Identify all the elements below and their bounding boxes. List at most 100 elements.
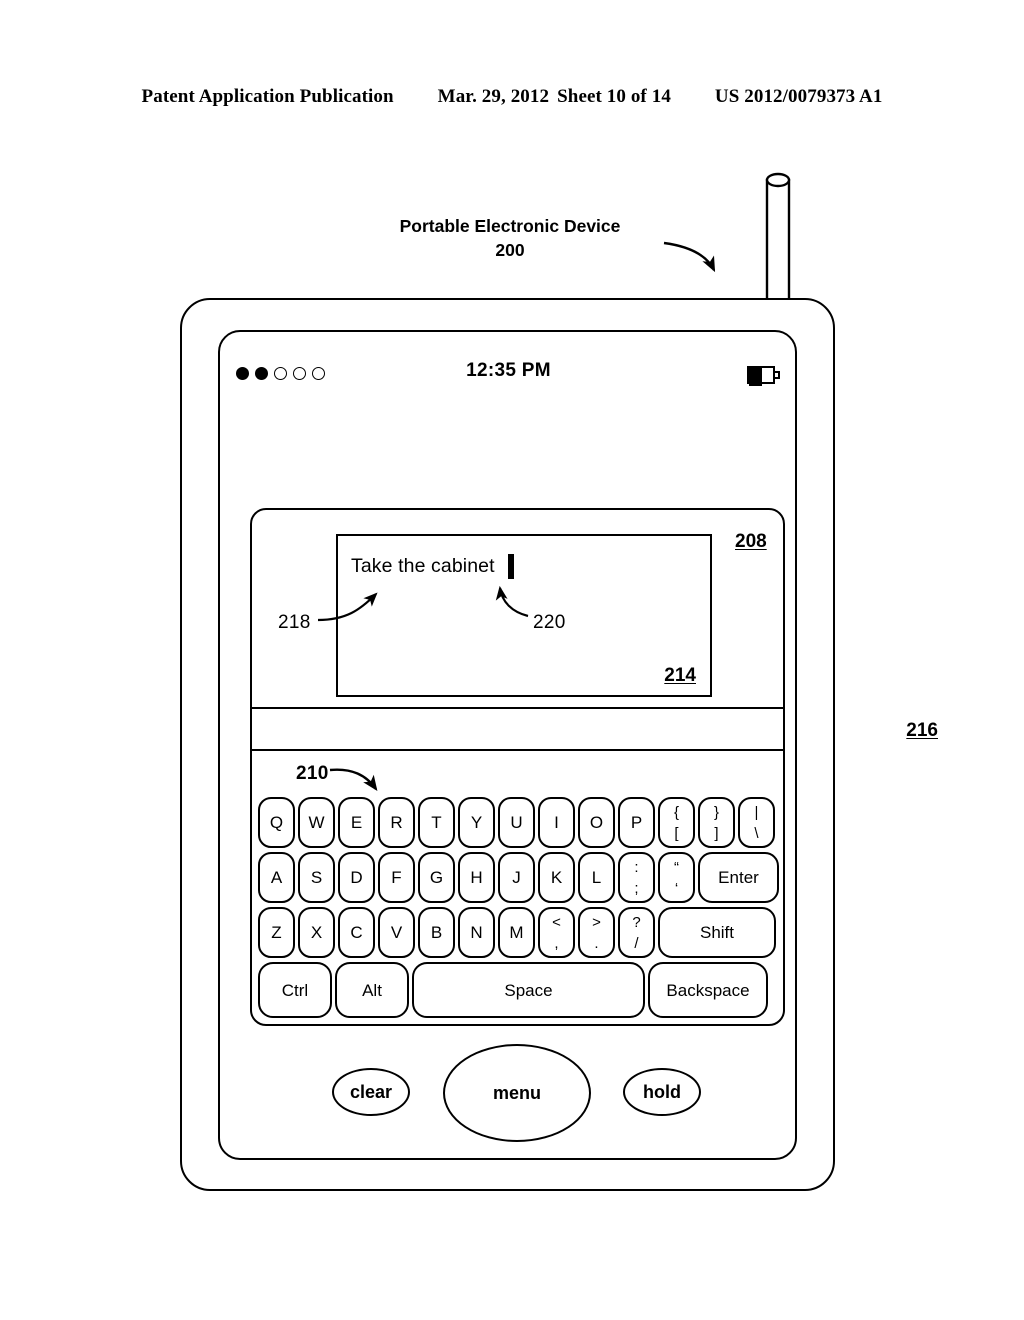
key-?/[interactable]: ? / <box>618 907 655 958</box>
key-lower-glyph: / <box>634 934 639 952</box>
battery-terminal <box>775 371 780 379</box>
text-line: Take the cabinet <box>351 554 514 579</box>
device-callout-numeral: 200 <box>495 240 525 261</box>
text-display-area[interactable]: Take the cabinet 214 <box>336 534 712 697</box>
reference-numeral-220: 220 <box>533 612 566 633</box>
key-label: J <box>512 868 521 887</box>
key-label: K <box>550 868 563 887</box>
key-l[interactable]: L <box>578 852 615 903</box>
key-t[interactable]: T <box>418 797 455 848</box>
reference-numeral-216: 216 <box>906 720 938 741</box>
key-d[interactable]: D <box>338 852 375 903</box>
key-label: Ctrl <box>281 980 309 1000</box>
key-b[interactable]: B <box>418 907 455 958</box>
key-y[interactable]: Y <box>458 797 495 848</box>
key-upper-glyph: } <box>713 803 719 821</box>
key-e[interactable]: E <box>338 797 375 848</box>
reference-numeral-210: 210 <box>296 763 329 784</box>
key-z[interactable]: Z <box>258 907 295 958</box>
entered-text: Take the cabinet <box>351 555 495 577</box>
key-q[interactable]: Q <box>258 797 295 848</box>
key-space[interactable]: Space <box>412 962 645 1018</box>
key-alt[interactable]: Alt <box>335 962 409 1018</box>
key-label: H <box>470 868 483 887</box>
hold-button[interactable]: hold <box>623 1068 701 1116</box>
key-c[interactable]: C <box>338 907 375 958</box>
key-lower-glyph: \ <box>754 824 759 842</box>
key-j[interactable]: J <box>498 852 535 903</box>
key-w[interactable]: W <box>298 797 335 848</box>
key-label: Q <box>269 813 284 832</box>
key-lower-glyph: , <box>554 934 559 952</box>
device-callout-label: Portable Electronic Device 200 <box>330 214 690 262</box>
menu-button[interactable]: menu <box>443 1044 591 1142</box>
on-screen-keyboard[interactable]: Q W E R T Y U I O P{[}] | \ A S D F G H J K L:; “‘Enter Z X C V B N… <box>258 797 779 1019</box>
key-label: O <box>589 813 604 832</box>
key-upper-glyph: > <box>592 913 601 931</box>
key-h[interactable]: H <box>458 852 495 903</box>
key-label: G <box>429 868 444 887</box>
key-{[[interactable]: {[ <box>658 797 695 848</box>
key-label: T <box>431 813 442 832</box>
key-upper-glyph: : <box>634 858 639 876</box>
key-x[interactable]: X <box>298 907 335 958</box>
key-backspace[interactable]: Backspace <box>648 962 768 1018</box>
key-f[interactable]: F <box>378 852 415 903</box>
key-label: C <box>350 923 363 942</box>
key-p[interactable]: P <box>618 797 655 848</box>
key-}][interactable]: }] <box>698 797 735 848</box>
key-label: E <box>350 813 363 832</box>
antenna <box>765 172 791 316</box>
key-label: Alt <box>362 980 382 1000</box>
keyboard-row: A S D F G H J K L:; “‘Enter <box>258 852 779 903</box>
key-shift[interactable]: Shift <box>658 907 776 958</box>
key-label: R <box>390 813 403 832</box>
key-upper-glyph: “ <box>674 858 679 876</box>
key-k[interactable]: K <box>538 852 575 903</box>
key-u[interactable]: U <box>498 797 535 848</box>
key-label: Backspace <box>666 980 750 1000</box>
key-label: U <box>510 813 523 832</box>
key-label: X <box>310 923 323 942</box>
key-s[interactable]: S <box>298 852 335 903</box>
key-r[interactable]: R <box>378 797 415 848</box>
key-“‘[interactable]: “‘ <box>658 852 695 903</box>
battery-fill <box>749 368 762 386</box>
patent-publication-number: US 2012/0079373 A1 <box>714 86 883 107</box>
key-label: L <box>591 868 602 887</box>
key-<,[interactable]: <, <box>538 907 575 958</box>
key-label: Y <box>470 813 483 832</box>
key-label: B <box>430 923 443 942</box>
key-label: M <box>509 923 524 942</box>
battery-icon <box>747 366 781 386</box>
sheet-number: Sheet 10 of 14 <box>557 86 671 107</box>
key-ctrl[interactable]: Ctrl <box>258 962 332 1018</box>
key->.[interactable]: >. <box>578 907 615 958</box>
key-m[interactable]: M <box>498 907 535 958</box>
status-bar: 12:35 PM <box>236 360 781 396</box>
key-lower-glyph: ; <box>634 879 639 897</box>
key-|\[interactable]: | \ <box>738 797 775 848</box>
key-label: V <box>390 923 403 942</box>
reference-numeral-218: 218 <box>278 612 311 633</box>
keyboard-row: Z X C V B N M <, >.? / Shift <box>258 907 778 958</box>
key-label: S <box>310 868 323 887</box>
key-g[interactable]: G <box>418 852 455 903</box>
key-o[interactable]: O <box>578 797 615 848</box>
key-lower-glyph: ‘ <box>674 879 679 897</box>
key-label: D <box>350 868 363 887</box>
key-label: F <box>391 868 402 887</box>
key-:;[interactable]: :; <box>618 852 655 903</box>
key-upper-glyph: ? <box>632 913 641 931</box>
key-enter[interactable]: Enter <box>698 852 779 903</box>
key-v[interactable]: V <box>378 907 415 958</box>
clear-button[interactable]: clear <box>332 1068 410 1116</box>
key-upper-glyph: < <box>552 913 561 931</box>
key-n[interactable]: N <box>458 907 495 958</box>
status-bar-clock: 12:35 PM <box>466 360 551 381</box>
key-i[interactable]: I <box>538 797 575 848</box>
key-label: Z <box>271 923 282 942</box>
publication-date: Mar. 29, 2012 <box>437 86 550 107</box>
hardware-button-group: clear menu hold <box>218 1040 797 1155</box>
key-a[interactable]: A <box>258 852 295 903</box>
